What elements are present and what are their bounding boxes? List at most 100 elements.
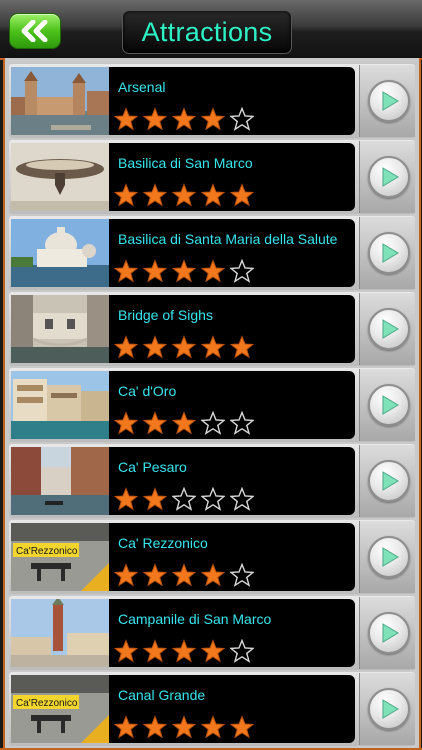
star-filled-icon <box>201 183 225 207</box>
thumbnail-image <box>11 67 109 135</box>
thumbnail-image <box>11 219 109 287</box>
thumbnail-image <box>11 447 109 515</box>
item-info: Canal Grande <box>109 675 355 743</box>
star-filled-icon <box>114 335 138 359</box>
item-info: Arsenal <box>109 67 355 135</box>
star-empty-icon <box>230 411 254 435</box>
star-filled-icon <box>143 487 167 511</box>
go-panel <box>359 217 415 289</box>
list-item[interactable]: Ca' Pesaro <box>9 444 415 518</box>
item-name: Campanile di San Marco <box>118 611 272 627</box>
star-rating <box>114 335 259 359</box>
star-filled-icon <box>114 411 138 435</box>
go-panel <box>359 597 415 669</box>
go-button[interactable] <box>368 460 410 502</box>
item-name: Basilica di San Marco <box>118 155 253 171</box>
star-empty-icon <box>230 487 254 511</box>
star-filled-icon <box>172 183 196 207</box>
play-arrow-icon <box>382 91 399 111</box>
item-name: Ca' Rezzonico <box>118 535 208 551</box>
star-filled-icon <box>172 411 196 435</box>
star-rating <box>114 715 259 739</box>
go-panel <box>359 445 415 517</box>
item-name: Ca' Pesaro <box>118 459 187 475</box>
item-name: Bridge of Sighs <box>118 307 213 323</box>
play-arrow-icon <box>382 319 399 339</box>
star-filled-icon <box>172 715 196 739</box>
star-filled-icon <box>114 563 138 587</box>
item-info: Ca' d'Oro <box>109 371 355 439</box>
play-arrow-icon <box>382 623 399 643</box>
star-filled-icon <box>143 259 167 283</box>
star-empty-icon <box>230 107 254 131</box>
go-panel <box>359 293 415 365</box>
go-panel <box>359 65 415 137</box>
attractions-list[interactable]: Arsenal Basilica di San Marco Basilica d… <box>3 58 421 748</box>
item-name: Canal Grande <box>118 687 206 703</box>
go-button[interactable] <box>368 156 410 198</box>
star-filled-icon <box>114 107 138 131</box>
list-item[interactable]: Bridge of Sighs <box>9 292 415 366</box>
go-panel <box>359 141 415 213</box>
star-filled-icon <box>201 639 225 663</box>
star-filled-icon <box>143 411 167 435</box>
list-item[interactable]: Basilica di Santa Maria della Salute <box>9 216 415 290</box>
star-filled-icon <box>172 107 196 131</box>
play-arrow-icon <box>382 167 399 187</box>
star-filled-icon <box>201 259 225 283</box>
item-name: Basilica di Santa Maria della Salute <box>118 231 338 247</box>
star-filled-icon <box>143 639 167 663</box>
play-arrow-icon <box>382 547 399 567</box>
star-filled-icon <box>172 639 196 663</box>
star-empty-icon <box>172 487 196 511</box>
star-empty-icon <box>230 259 254 283</box>
star-filled-icon <box>201 715 225 739</box>
list-item[interactable]: Arsenal <box>9 64 415 138</box>
star-filled-icon <box>172 259 196 283</box>
go-panel <box>359 521 415 593</box>
item-name: Arsenal <box>118 79 166 95</box>
go-button[interactable] <box>368 80 410 122</box>
star-filled-icon <box>114 487 138 511</box>
thumbnail-image: Ca'Rezzonico <box>11 523 109 591</box>
thumbnail-image: Ca'Rezzonico <box>11 675 109 743</box>
thumb-sign-text: Ca'Rezzonico <box>16 546 78 557</box>
list-item[interactable]: Basilica di San Marco <box>9 140 415 214</box>
item-info: Bridge of Sighs <box>109 295 355 363</box>
star-filled-icon <box>114 183 138 207</box>
star-filled-icon <box>201 563 225 587</box>
star-filled-icon <box>114 259 138 283</box>
star-empty-icon <box>201 411 225 435</box>
item-info: Basilica di San Marco <box>109 143 355 211</box>
play-arrow-icon <box>382 395 399 415</box>
star-rating <box>114 411 259 435</box>
item-info: Basilica di Santa Maria della Salute <box>109 219 355 287</box>
title-box: Attractions <box>122 10 292 54</box>
go-panel <box>359 673 415 745</box>
star-filled-icon <box>114 639 138 663</box>
star-filled-icon <box>114 715 138 739</box>
star-filled-icon <box>143 335 167 359</box>
go-panel <box>359 369 415 441</box>
star-filled-icon <box>201 107 225 131</box>
back-button[interactable] <box>9 13 61 49</box>
go-button[interactable] <box>368 688 410 730</box>
list-item[interactable]: Ca'Rezzonico Canal Grande <box>9 672 415 746</box>
list-item[interactable]: Campanile di San Marco <box>9 596 415 670</box>
star-filled-icon <box>172 563 196 587</box>
star-rating <box>114 107 259 131</box>
star-filled-icon <box>143 563 167 587</box>
list-item[interactable]: Ca'Rezzonico Ca' Rezzonico <box>9 520 415 594</box>
go-button[interactable] <box>368 536 410 578</box>
go-button[interactable] <box>368 232 410 274</box>
go-button[interactable] <box>368 612 410 654</box>
item-info: Ca' Pesaro <box>109 447 355 515</box>
star-filled-icon <box>172 335 196 359</box>
star-rating <box>114 183 259 207</box>
star-empty-icon <box>230 563 254 587</box>
go-button[interactable] <box>368 384 410 426</box>
list-item[interactable]: Ca' d'Oro <box>9 368 415 442</box>
play-arrow-icon <box>382 471 399 491</box>
app-window: Attractions Arsenal Basilica di San Marc… <box>0 0 422 750</box>
go-button[interactable] <box>368 308 410 350</box>
